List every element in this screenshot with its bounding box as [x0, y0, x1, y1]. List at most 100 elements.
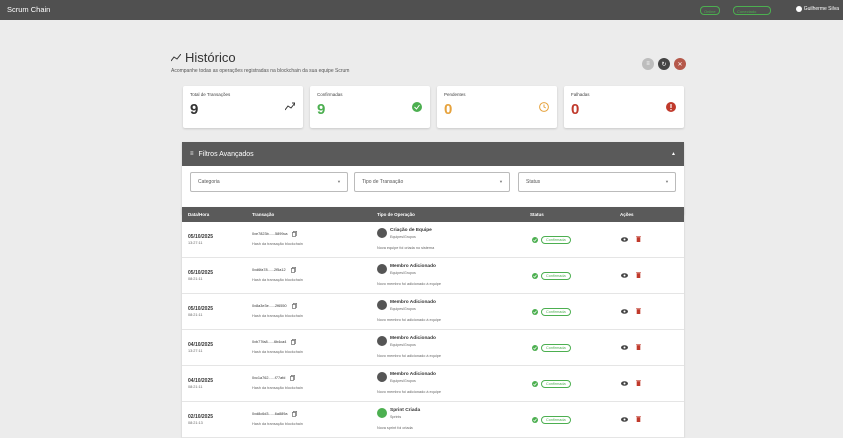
view-icon[interactable] — [621, 380, 628, 386]
col-header-operation: Tipo de Operação — [377, 212, 415, 217]
copy-icon[interactable] — [292, 411, 298, 417]
row-date: 05/10/2025 — [188, 306, 214, 312]
col-header-transaction: Transação — [252, 212, 275, 217]
row-actions — [621, 272, 641, 278]
row-status: Confirmada — [532, 380, 571, 388]
delete-icon[interactable] — [636, 416, 641, 422]
row-hash: 0xe7823b......5899ca — [252, 231, 298, 237]
view-icon[interactable] — [621, 236, 628, 242]
copy-icon[interactable] — [290, 375, 296, 381]
row-op-desc: Nova sprint foi criada — [377, 426, 413, 430]
status-badge: Confirmada — [541, 272, 571, 280]
table-row[interactable]: 04/10/2025 08:21:11 0xc1a762......f77afd… — [182, 366, 684, 402]
table-body: 05/10/2025 13:27:11 0xe7823b......5899ca… — [182, 222, 684, 438]
row-status: Confirmada — [532, 236, 571, 244]
view-icon[interactable] — [621, 308, 628, 314]
group-icon — [377, 264, 387, 274]
view-icon[interactable] — [621, 344, 628, 350]
check-circle-icon — [412, 102, 422, 112]
refresh-button[interactable]: ↻ — [658, 58, 670, 70]
transaction-type-select[interactable]: Tipo de Transação ▼ — [354, 172, 510, 192]
row-hash-value: 0xc1a762......f77afd — [252, 376, 286, 380]
chevron-down-icon: ▼ — [665, 179, 669, 184]
stat-value: 9 — [190, 101, 199, 118]
transaction-type-select-label: Tipo de Transação — [362, 179, 404, 185]
chevron-down-icon: ▼ — [337, 179, 341, 184]
row-time: 08:21:11 — [188, 313, 203, 317]
group-icon — [377, 336, 387, 346]
trending-icon — [171, 53, 181, 61]
col-header-actions: Ações — [620, 212, 634, 217]
table-row[interactable]: 02/10/2025 08:21:13 0xd8c6d3......6a889a… — [182, 402, 684, 438]
clock-icon — [539, 102, 549, 112]
filter-button[interactable]: ≡ — [642, 58, 654, 70]
row-time: 13:27:11 — [188, 241, 203, 245]
stat-card-pending: Pendentes 0 — [437, 86, 557, 128]
clear-history-button[interactable]: ✕ — [674, 58, 686, 70]
col-header-date: Data/Hora — [188, 212, 210, 217]
row-op-desc: Novo membro foi adicionado à equipe — [377, 354, 441, 358]
copy-icon[interactable] — [290, 267, 296, 273]
table-row[interactable]: 05/10/2025 08:21:11 0x8a3e3e......2f6550… — [182, 294, 684, 330]
row-hash-value: 0xe7823b......5899ca — [252, 232, 288, 236]
copy-icon[interactable] — [292, 231, 298, 237]
row-actions — [621, 344, 641, 350]
stat-value: 0 — [571, 101, 580, 118]
sprint-icon — [377, 408, 387, 418]
row-actions — [621, 236, 641, 242]
check-circle-icon — [532, 273, 538, 279]
row-hash: 0xd8c6d3......6a889a — [252, 411, 298, 417]
delete-icon[interactable] — [636, 308, 641, 314]
filters-title: Filtros Avançados — [198, 150, 254, 158]
page-title-text: Histórico — [185, 50, 236, 65]
table-header: Data/Hora Transação Tipo de Operação Sta… — [182, 207, 684, 222]
delete-icon[interactable] — [636, 272, 641, 278]
row-hash: 0xc1a762......f77afd — [252, 375, 296, 381]
table-row[interactable]: 04/10/2025 13:27:11 0xb77fa8......6b4ca4… — [182, 330, 684, 366]
filter-icon: ≡ — [646, 61, 650, 67]
network-status-button[interactable]: Conectado — [733, 6, 771, 15]
row-op-category: Sprints — [390, 415, 402, 419]
error-icon — [666, 102, 676, 112]
copy-icon[interactable] — [291, 339, 297, 345]
row-status: Confirmada — [532, 344, 571, 352]
row-time: 08:21:11 — [188, 277, 203, 281]
copy-icon[interactable] — [291, 303, 297, 309]
delete-icon[interactable] — [636, 380, 641, 386]
check-circle-icon — [532, 381, 538, 387]
row-hash-desc: Hash da transação blockchain — [252, 422, 303, 426]
app-brand[interactable]: Scrum Chain — [7, 5, 50, 14]
table-row[interactable]: 05/10/2025 08:21:11 0xd6fa78......2f5a12… — [182, 258, 684, 294]
account-icon — [795, 6, 802, 12]
delete-icon[interactable] — [636, 236, 641, 242]
table-row[interactable]: 05/10/2025 13:27:11 0xe7823b......5899ca… — [182, 222, 684, 258]
row-hash-value: 0xd6fa78......2f5a12 — [252, 268, 286, 272]
delete-icon[interactable] — [636, 344, 641, 350]
stat-label: Falhadas — [571, 92, 590, 97]
row-date: 05/10/2025 — [188, 270, 214, 276]
filters-header[interactable]: ≡ Filtros Avançados ▲ — [182, 142, 684, 166]
row-date: 04/10/2025 — [188, 342, 214, 348]
online-badge: Online — [700, 6, 720, 15]
row-actions — [621, 308, 641, 314]
status-badge: Confirmada — [541, 380, 571, 388]
status-select[interactable]: Status ▼ — [518, 172, 676, 192]
view-icon[interactable] — [621, 272, 628, 278]
transactions-table: Data/Hora Transação Tipo de Operação Sta… — [182, 207, 684, 438]
row-op-desc: Novo membro foi adicionado à equipe — [377, 282, 441, 286]
row-op-category: Equipes/Grupos — [390, 235, 416, 239]
category-select[interactable]: Categoria ▼ — [190, 172, 348, 192]
status-select-label: Status — [526, 179, 541, 185]
group-icon — [377, 228, 387, 238]
filter-icon: ≡ — [190, 151, 194, 157]
row-hash-desc: Hash da transação blockchain — [252, 278, 303, 282]
row-op-category: Equipes/Grupos — [390, 343, 416, 347]
view-icon[interactable] — [621, 416, 628, 422]
top-app-bar: Scrum Chain Online Conectado Guilherme S… — [0, 0, 843, 20]
user-menu[interactable]: Guilherme Silva — [795, 6, 839, 12]
row-date: 05/10/2025 — [188, 234, 214, 240]
row-date: 02/10/2025 — [188, 414, 214, 420]
row-hash-desc: Hash da transação blockchain — [252, 314, 303, 318]
row-op-title: Membro Adicionado — [390, 372, 436, 377]
stat-value: 9 — [317, 101, 326, 118]
